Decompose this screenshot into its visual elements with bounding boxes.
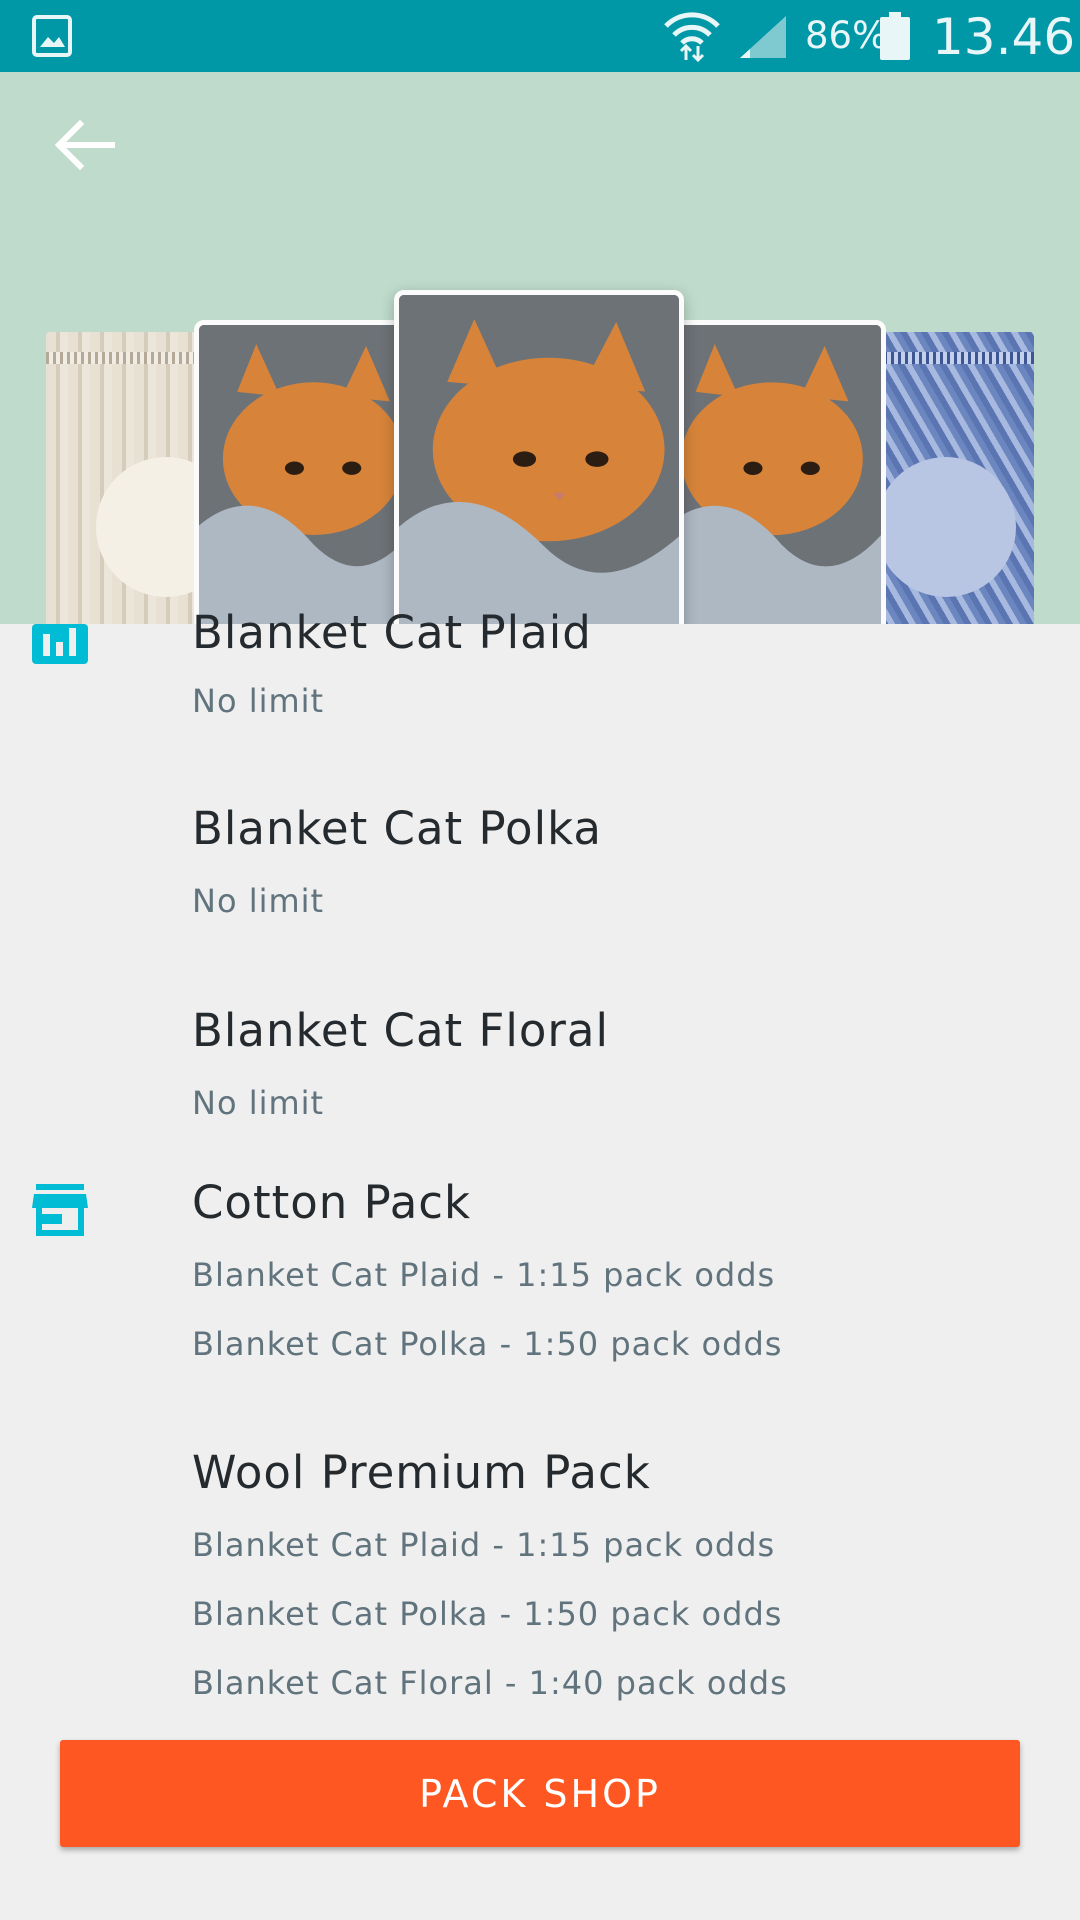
- cat-photo: [399, 295, 679, 624]
- store-icon: [32, 1184, 88, 1236]
- cat-photo: [667, 325, 881, 624]
- pack-seal: [46, 352, 216, 364]
- battery-percent: 86%: [805, 14, 888, 57]
- cotton-pack-image[interactable]: [46, 332, 216, 624]
- cat-badge: [876, 457, 1016, 597]
- card-thumbnail-plaid[interactable]: [194, 320, 414, 624]
- pack-odds: Blanket Cat Polka - 1:50 pack odds: [192, 1595, 783, 1633]
- wifi-icon: [664, 12, 720, 62]
- card-title: Blanket Cat Polka: [192, 802, 602, 855]
- pack-odds: Blanket Cat Polka - 1:50 pack odds: [192, 1325, 783, 1363]
- battery-icon: [880, 12, 910, 60]
- status-bar: 86% 13.46: [0, 0, 1080, 72]
- collection-header: [0, 72, 1080, 624]
- bar-chart-icon: [32, 624, 88, 664]
- card-thumbnail-floral[interactable]: [662, 320, 886, 624]
- pack-shop-button[interactable]: PACK SHOP: [60, 1740, 1020, 1847]
- pack-odds: Blanket Cat Floral - 1:40 pack odds: [192, 1664, 788, 1702]
- pack-odds: Blanket Cat Plaid - 1:15 pack odds: [192, 1526, 776, 1564]
- card-limit: No limit: [192, 1084, 325, 1122]
- cat-photo: [199, 325, 409, 624]
- card-limit: No limit: [192, 882, 325, 920]
- cell-signal-icon: [740, 16, 786, 58]
- pack-title: Wool Premium Pack: [192, 1446, 651, 1499]
- arrow-back-icon[interactable]: [44, 110, 124, 180]
- pack-odds: Blanket Cat Plaid - 1:15 pack odds: [192, 1256, 776, 1294]
- card-title: Blanket Cat Plaid: [192, 606, 592, 659]
- card-limit: No limit: [192, 682, 325, 720]
- card-title: Blanket Cat Floral: [192, 1004, 610, 1057]
- card-thumbnail-polka[interactable]: [394, 290, 684, 624]
- pack-title: Cotton Pack: [192, 1176, 472, 1229]
- gallery-notification-icon: [32, 15, 72, 57]
- clock: 13.46: [932, 8, 1076, 66]
